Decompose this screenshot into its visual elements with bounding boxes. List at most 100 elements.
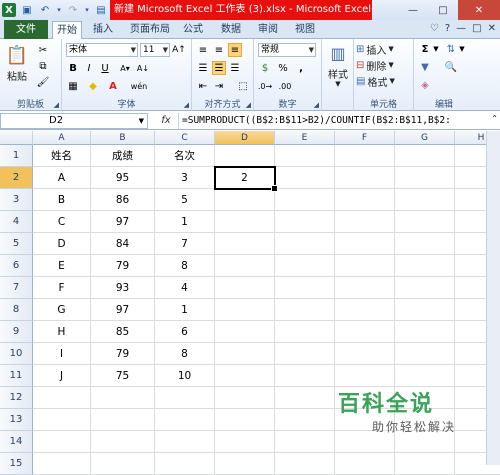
sort-filter-icon[interactable]: ⇅ <box>444 42 458 56</box>
cell-e3[interactable] <box>275 189 335 211</box>
font-size-dropdown-icon[interactable]: A▾ <box>118 61 132 75</box>
font-launcher-icon[interactable]: ◢ <box>184 101 189 109</box>
cell-d13[interactable] <box>215 409 275 431</box>
tab-home[interactable]: 开始 <box>52 21 82 40</box>
cell-b5[interactable]: 84 <box>91 233 155 255</box>
cell-f10[interactable] <box>335 343 395 365</box>
cell-g4[interactable] <box>395 211 455 233</box>
cell-c5[interactable]: 7 <box>155 233 215 255</box>
cell-c15[interactable] <box>155 453 215 475</box>
number-launcher-icon[interactable]: ◢ <box>314 101 319 109</box>
active-cell-d2[interactable] <box>214 166 278 192</box>
row-header-2[interactable]: 2 <box>0 167 33 189</box>
cell-d1[interactable] <box>215 145 275 167</box>
decrease-decimal-icon[interactable]: .00 <box>278 79 292 93</box>
align-middle-icon[interactable]: ≡ <box>212 43 226 57</box>
row-header-11[interactable]: 11 <box>0 365 33 387</box>
row-header-13[interactable]: 13 <box>0 409 33 431</box>
cell-f2[interactable] <box>335 167 395 189</box>
cell-b7[interactable]: 93 <box>91 277 155 299</box>
cell-b14[interactable] <box>91 431 155 453</box>
cell-g8[interactable] <box>395 299 455 321</box>
cell-b6[interactable]: 79 <box>91 255 155 277</box>
cell-e14[interactable] <box>275 431 335 453</box>
cell-g9[interactable] <box>395 321 455 343</box>
cell-d7[interactable] <box>215 277 275 299</box>
fill-color-icon[interactable]: ◆ <box>86 79 100 93</box>
cell-g15[interactable] <box>395 453 455 475</box>
number-format-select[interactable]: 常规 ▼ <box>258 43 316 57</box>
cell-e12[interactable] <box>275 387 335 409</box>
row-header-9[interactable]: 9 <box>0 321 33 343</box>
italic-button[interactable]: I <box>82 61 96 75</box>
help-icon[interactable]: ? <box>445 23 450 34</box>
cell-e5[interactable] <box>275 233 335 255</box>
underline-button[interactable]: U <box>98 61 112 75</box>
cell-a2[interactable]: A <box>33 167 91 189</box>
tab-formulas[interactable]: 公式 <box>178 21 208 39</box>
paste-icon[interactable]: 📋 <box>6 42 28 68</box>
cell-c3[interactable]: 5 <box>155 189 215 211</box>
cell-f5[interactable] <box>335 233 395 255</box>
font-color-icon[interactable]: A <box>106 79 120 93</box>
cell-d15[interactable] <box>215 453 275 475</box>
copy-icon[interactable]: ⧉ <box>36 59 50 73</box>
cell-e1[interactable] <box>275 145 335 167</box>
font-size-select[interactable]: 11 ▼ <box>140 43 170 57</box>
formula-input[interactable]: =SUMPRODUCT((B$2:B$11>B2)/COUNTIF(B$2:B$… <box>178 113 478 129</box>
tab-data[interactable]: 数据 <box>216 21 246 39</box>
cell-b3[interactable]: 86 <box>91 189 155 211</box>
cell-a5[interactable]: D <box>33 233 91 255</box>
increase-decimal-icon[interactable]: .0→ <box>258 79 272 93</box>
cell-c8[interactable]: 1 <box>155 299 215 321</box>
cell-a14[interactable] <box>33 431 91 453</box>
cell-a8[interactable]: G <box>33 299 91 321</box>
cell-e7[interactable] <box>275 277 335 299</box>
cell-b4[interactable]: 97 <box>91 211 155 233</box>
close-button[interactable]: ✕ <box>458 0 500 20</box>
cell-c6[interactable]: 8 <box>155 255 215 277</box>
font-size-shrink-icon[interactable]: A↓ <box>136 61 150 75</box>
cell-b10[interactable]: 79 <box>91 343 155 365</box>
row-header-3[interactable]: 3 <box>0 189 33 211</box>
autosum-button[interactable]: Σ <box>418 42 432 56</box>
cell-g3[interactable] <box>395 189 455 211</box>
cell-a10[interactable]: I <box>33 343 91 365</box>
undo-dropdown-icon[interactable]: ▾ <box>56 3 62 17</box>
percent-button[interactable]: % <box>276 61 290 75</box>
tab-view[interactable]: 视图 <box>290 21 320 39</box>
cell-f4[interactable] <box>335 211 395 233</box>
cell-d12[interactable] <box>215 387 275 409</box>
align-bottom-icon[interactable]: ≡ <box>228 43 242 57</box>
row-header-5[interactable]: 5 <box>0 233 33 255</box>
cell-g10[interactable] <box>395 343 455 365</box>
cell-e9[interactable] <box>275 321 335 343</box>
clear-icon[interactable]: ◈ <box>418 78 432 92</box>
paste-button-label[interactable]: 粘贴 <box>4 69 30 83</box>
cell-a1[interactable]: 姓名 <box>33 145 91 167</box>
cell-e13[interactable] <box>275 409 335 431</box>
row-header-7[interactable]: 7 <box>0 277 33 299</box>
font-name-select[interactable]: 宋体 ▼ <box>66 43 138 57</box>
phonetic-guide-icon[interactable]: wén <box>128 79 150 93</box>
grow-font-icon[interactable]: A↑ <box>172 43 186 57</box>
find-select-icon[interactable]: 🔍 <box>444 60 458 74</box>
cell-g2[interactable] <box>395 167 455 189</box>
decrease-indent-icon[interactable]: ⇤ <box>196 79 210 93</box>
cell-b13[interactable] <box>91 409 155 431</box>
cell-g6[interactable] <box>395 255 455 277</box>
row-header-15[interactable]: 15 <box>0 453 33 475</box>
column-header-f[interactable]: F <box>335 131 395 145</box>
cell-a4[interactable]: C <box>33 211 91 233</box>
borders-icon[interactable]: ▦ <box>66 79 80 93</box>
cell-f11[interactable] <box>335 365 395 387</box>
increase-indent-icon[interactable]: ⇥ <box>212 79 226 93</box>
expand-formula-bar-icon[interactable]: ⌃ <box>491 114 498 123</box>
clipboard-launcher-icon[interactable]: ◢ <box>54 101 59 109</box>
column-header-g[interactable]: G <box>395 131 455 145</box>
row-header-8[interactable]: 8 <box>0 299 33 321</box>
maximize-button[interactable]: □ <box>428 0 458 20</box>
cell-d9[interactable] <box>215 321 275 343</box>
select-all-corner[interactable] <box>0 131 33 145</box>
cell-a15[interactable] <box>33 453 91 475</box>
